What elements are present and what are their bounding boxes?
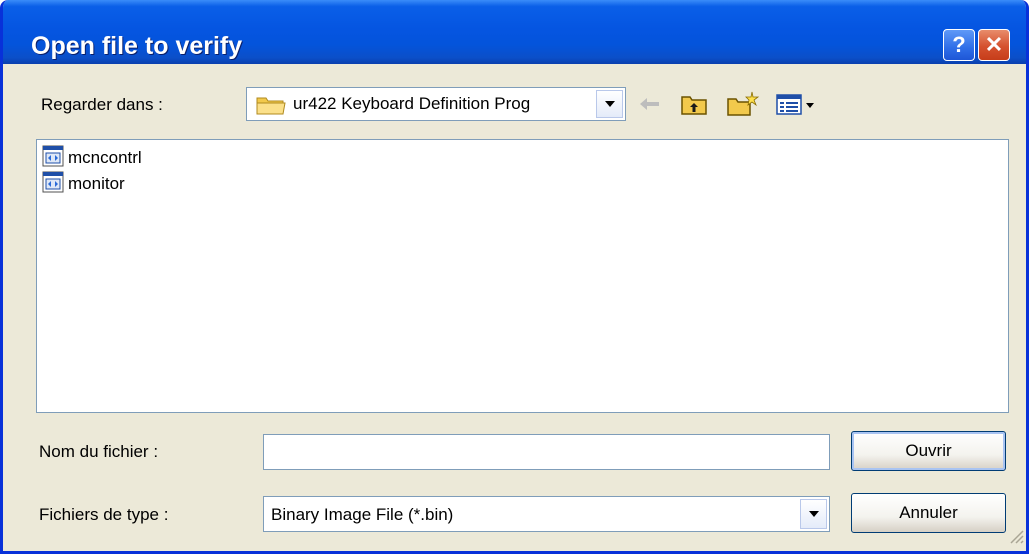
cancel-button[interactable]: Annuler xyxy=(851,493,1006,533)
filename-label: Nom du fichier : xyxy=(39,442,159,461)
lookin-combo[interactable]: ur422 Keyboard Definition Prog xyxy=(246,87,626,121)
filetype-label: Fichiers de type : xyxy=(39,505,169,524)
filetype-value: Binary Image File (*.bin) xyxy=(271,505,454,524)
chevron-down-icon xyxy=(808,511,819,517)
help-button[interactable]: ? xyxy=(943,29,975,61)
filetype-combo[interactable]: Binary Image File (*.bin) xyxy=(263,496,830,532)
close-icon: ✕ xyxy=(984,32,1004,57)
back-icon[interactable] xyxy=(637,90,663,118)
open-button-label: Ouvrir xyxy=(905,441,952,460)
folder-icon xyxy=(256,94,286,121)
list-item[interactable]: mcncontrl xyxy=(42,145,142,172)
title-bar[interactable]: Open file to verify ? ✕ xyxy=(3,0,1026,64)
file-list[interactable]: mcncontrl monitor xyxy=(36,139,1009,413)
file-name: mcncontrl xyxy=(68,148,142,167)
chevron-down-icon xyxy=(604,101,615,107)
dialog-title: Open file to verify xyxy=(31,32,243,60)
new-folder-icon[interactable] xyxy=(725,90,761,118)
lookin-value: ur422 Keyboard Definition Prog xyxy=(293,94,531,113)
program-file-icon xyxy=(42,145,64,172)
cancel-button-label: Annuler xyxy=(899,503,958,522)
filetype-dropdown-button[interactable] xyxy=(800,499,827,529)
open-button[interactable]: Ouvrir xyxy=(851,431,1006,471)
view-menu-icon[interactable] xyxy=(773,90,823,118)
resize-grip-icon[interactable] xyxy=(1008,528,1024,549)
up-folder-icon[interactable] xyxy=(678,90,710,118)
open-file-dialog: Open file to verify ? ✕ Regarder dans : … xyxy=(0,0,1029,554)
help-icon: ? xyxy=(952,32,966,57)
program-file-icon xyxy=(42,171,64,198)
lookin-dropdown-button[interactable] xyxy=(596,90,623,118)
close-button[interactable]: ✕ xyxy=(978,29,1010,61)
filename-field[interactable] xyxy=(263,434,830,470)
lookin-label: Regarder dans : xyxy=(41,95,163,114)
list-item[interactable]: monitor xyxy=(42,171,125,198)
file-name: monitor xyxy=(68,174,125,193)
